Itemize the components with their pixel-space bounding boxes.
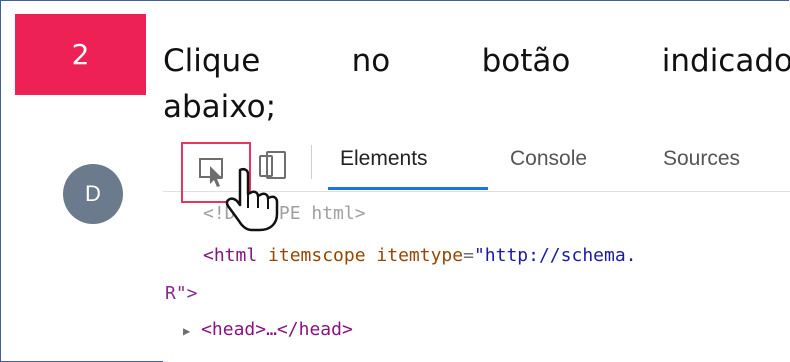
expand-triangle-icon[interactable]: ▶ xyxy=(183,324,190,338)
instruction-line-1: Clique no botão indicado xyxy=(163,38,790,84)
toolbar-separator xyxy=(311,145,312,179)
code-line-wrap: R"> xyxy=(165,283,198,304)
instruction-text: Clique no botão indicado abaixo; xyxy=(163,38,790,130)
instruction-word: botão xyxy=(481,43,571,79)
code-equals: = xyxy=(463,245,474,266)
code-attr: itemscope xyxy=(257,245,366,266)
code-line-html: <html itemscope itemtype="http://schema. xyxy=(203,245,637,266)
code-attr-value: "http://schema. xyxy=(473,245,637,266)
tab-elements[interactable]: Elements xyxy=(340,147,428,171)
code-head-tag: <head>…</head> xyxy=(201,319,353,340)
code-line-head[interactable]: ▶ <head>…</head> xyxy=(183,319,353,340)
avatar-letter: D xyxy=(85,181,101,206)
instruction-word: indicado xyxy=(661,43,790,79)
avatar: D xyxy=(63,164,123,224)
step-number-badge: 2 xyxy=(15,14,146,95)
tab-sources[interactable]: Sources xyxy=(663,147,740,171)
tab-console[interactable]: Console xyxy=(510,147,587,171)
instruction-line-2: abaixo; xyxy=(163,89,277,125)
step-number: 2 xyxy=(71,38,90,71)
instruction-word: Clique xyxy=(163,43,261,79)
pointer-hand-icon xyxy=(225,167,279,232)
code-tag: <html xyxy=(203,245,258,266)
instruction-word: no xyxy=(351,43,391,79)
code-attr: itemtype xyxy=(365,245,464,266)
active-tab-indicator xyxy=(328,187,488,190)
